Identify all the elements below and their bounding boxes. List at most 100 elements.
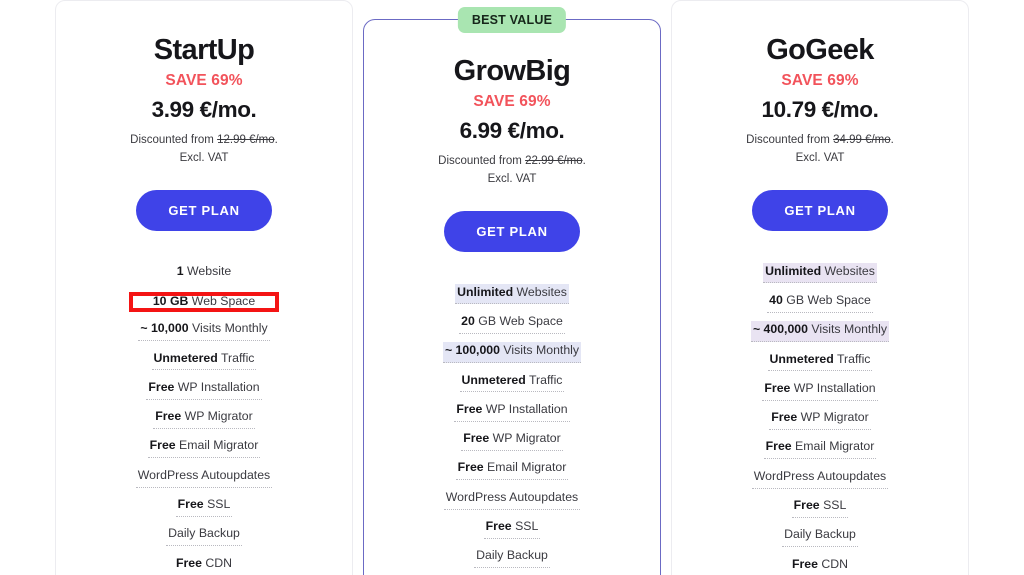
feature-text: Free WP Installation [454,401,570,422]
feature-strong: Free [485,519,512,534]
discount-suffix: . [274,133,278,146]
feature-rest: WP Installation [482,401,568,416]
plan-card-growbig: BEST VALUE GrowBig SAVE 69% 6.99 €/mo. Disco… [363,7,661,575]
feature-strong: Free [765,439,792,454]
feature-item[interactable]: ~ 400,000 Visits Monthly [686,319,954,345]
feature-strong: Unmetered [153,350,218,365]
feature-rest: Traffic [217,350,255,365]
feature-text: Free SSL [175,496,233,517]
feature-item[interactable]: Unmetered Traffic [686,349,954,375]
get-plan-button[interactable]: GET PLAN [444,210,580,252]
feature-item[interactable]: 10 GB Web Space [70,289,338,315]
feature-rest: WP Migrator [489,431,561,446]
feature-item[interactable]: WordPress Autoupdates [686,466,954,492]
feature-text: Free Email Migrator [763,438,877,460]
feature-item[interactable]: Unmetered Traffic [70,348,338,374]
feature-text: Unmetered Traffic [151,350,257,371]
feature-strong: ~ 100,000 [444,343,500,358]
feature-strong: Free [793,498,820,513]
discount-prefix: Discounted from [130,133,218,146]
feature-text: Free SSL [483,518,541,539]
vat-note: Excl. VAT [487,172,537,185]
discount-note: Discounted from 34.99 €/mo. [686,132,954,150]
feature-rest: GB Web Space [782,292,871,307]
get-plan-button[interactable]: GET PLAN [136,189,272,231]
feature-rest: WP Migrator [797,410,869,425]
plan-card-startup: StartUp SAVE 69% 3.99 €/mo. Discounted from… [55,0,353,575]
feature-strong: Free [155,409,182,424]
feature-rest: WP Installation [174,379,260,394]
plan-card-gogeek: GoGeek SAVE 69% 10.79 €/mo. Discounted from… [671,0,969,575]
plan-name: GoGeek [766,34,874,66]
vat-note: Excl. VAT [795,151,845,164]
feature-item[interactable]: 20 GB Web Space [378,311,646,337]
pricing-plans-row: StartUp SAVE 69% 3.99 €/mo. Discounted from… [0,0,1024,575]
feature-item[interactable]: Unlimited Websites [686,261,954,287]
feature-rest: Daily Backup [476,548,548,563]
old-price: 12.99 €/mo [217,133,275,146]
feature-text: Unmetered Traffic [767,351,873,372]
feature-strong: Free [177,497,204,512]
feature-item[interactable]: 1 Website [70,261,338,286]
feature-item[interactable]: WordPress Autoupdates [70,465,338,491]
old-price: 34.99 €/mo [833,133,891,146]
feature-strong: Free [149,438,176,453]
feature-rest: Visits Monthly [188,321,268,336]
feature-item[interactable]: Free WP Migrator [686,407,954,433]
feature-text: Daily Backup [474,547,550,569]
feature-rest: Websites [821,263,875,278]
feature-strong: ~ 10,000 [140,321,189,336]
feature-list: 1 Website 10 GB Web Space ~ 10,000 Visits … [70,261,338,575]
feature-item[interactable]: Free SSL [70,494,338,520]
feature-item[interactable]: Free CDN [70,553,338,575]
feature-text: WordPress Autoupdates [443,489,581,510]
feature-list: Unlimited Websites 40 GB Web Space ~ 400,0… [686,261,954,575]
feature-item[interactable]: Free WP Installation [70,377,338,403]
feature-item[interactable]: ~ 10,000 Visits Monthly [70,318,338,344]
feature-item[interactable]: Free Email Migrator [378,457,646,483]
feature-text: Free Email Migrator [455,459,569,481]
feature-text: Free CDN [173,555,235,575]
feature-item[interactable]: Unlimited Websites [378,282,646,308]
feature-text: 1 Website [175,263,233,283]
save-label: SAVE 69% [165,71,243,89]
feature-item[interactable]: Free WP Migrator [378,428,646,454]
feature-item[interactable]: Free WP Migrator [70,406,338,432]
discount-suffix: . [582,154,586,167]
feature-rest: WordPress Autoupdates [445,489,579,504]
feature-rest: Email Migrator [175,438,259,453]
feature-text: Unlimited Websites [763,262,877,284]
feature-strong: Free [791,556,818,571]
feature-item[interactable]: Free Email Migrator [70,435,338,461]
plan-name: StartUp [153,34,255,66]
feature-item[interactable]: Daily Backup [70,523,338,549]
plan-price: 3.99 €/mo. [151,96,257,122]
feature-text: Free SSL [791,497,849,518]
pricing-page: StartUp SAVE 69% 3.99 €/mo. Discounted from… [0,0,1024,575]
feature-strong: Unlimited [765,263,822,278]
feature-rest: Websites [513,284,567,299]
feature-item[interactable]: ~ 100,000 Visits Monthly [378,340,646,366]
feature-item[interactable]: Daily Backup [378,545,646,571]
feature-text: Daily Backup [782,526,858,548]
feature-text: Unlimited Websites [455,283,569,305]
feature-item[interactable]: WordPress Autoupdates [378,487,646,513]
feature-list: Unlimited Websites 20 GB Web Space ~ 100,0… [378,282,646,575]
feature-item[interactable]: Free WP Installation [686,378,954,404]
feature-rest: SSL [203,497,231,512]
feature-rest: WP Migrator [181,409,253,424]
feature-strong: Free [764,380,791,395]
feature-item[interactable]: 40 GB Web Space [686,290,954,316]
feature-item[interactable]: Free CDN [686,554,954,575]
feature-item[interactable]: Unmetered Traffic [378,370,646,396]
feature-rest: Daily Backup [784,527,856,542]
feature-rest: Daily Backup [168,526,240,541]
feature-item[interactable]: Free SSL [378,516,646,542]
feature-item[interactable]: Free WP Installation [378,399,646,425]
feature-rest: Website [183,263,232,278]
feature-item[interactable]: Free Email Migrator [686,436,954,462]
feature-item[interactable]: Daily Backup [686,524,954,550]
feature-strong: 20 [461,313,475,328]
get-plan-button[interactable]: GET PLAN [752,189,888,231]
feature-item[interactable]: Free SSL [686,495,954,521]
